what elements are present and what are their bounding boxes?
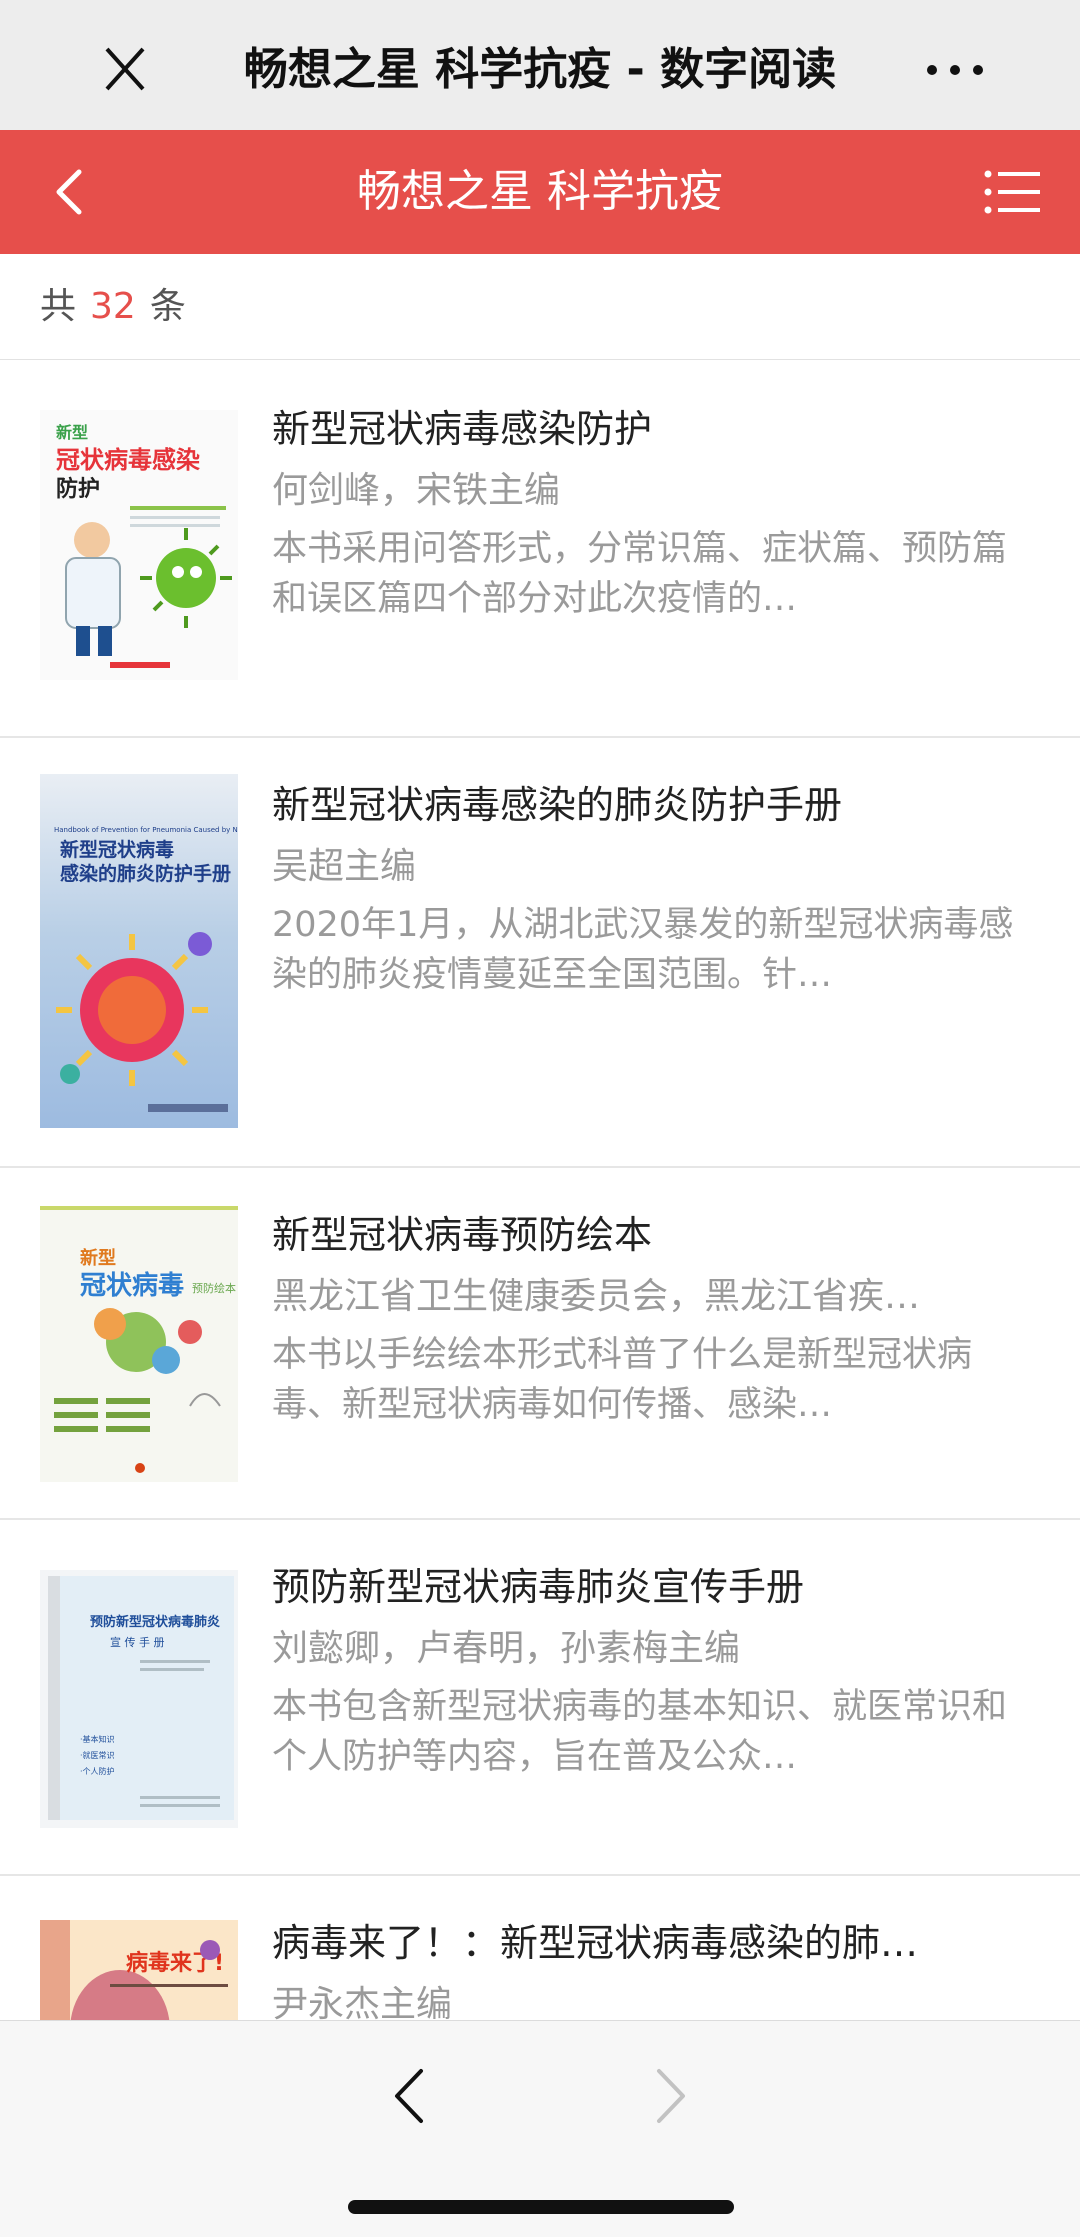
cover-text: 冠状病毒感染 <box>56 446 200 474</box>
book-description: 本书以手绘绘本形式科普了什么是新型冠状病毒、新型冠状病毒如何传播、感染… <box>272 1335 973 1425</box>
book-cover: Handbook of Prevention for Pneumonia Cau… <box>40 774 238 1128</box>
page-header: 畅想之星 科学抗疫 <box>0 130 1080 254</box>
list-item[interactable]: 新型 冠状病毒 预防绘本 新型冠状病毒预防绘本 黑龙江省卫生健康委员会，黑龙江省… <box>0 1168 1080 1520</box>
count-prefix: 共 <box>40 286 77 327</box>
book-cover: 新型 冠状病毒感染 防护 <box>40 410 238 680</box>
list-item[interactable]: 预防新型冠状病毒肺炎 宣 传 手 册 ·基本知识 ·就医常识 ·个人防护 预防新… <box>0 1520 1080 1876</box>
book-cover: 预防新型冠状病毒肺炎 宣 传 手 册 ·基本知识 ·就医常识 ·个人防护 <box>40 1570 238 1828</box>
list-menu-icon[interactable] <box>980 162 1046 222</box>
book-cover: 新型 冠状病毒 预防绘本 <box>40 1206 238 1482</box>
cover-text: ·就医常识 <box>80 1750 115 1760</box>
back-chevron-icon[interactable] <box>45 160 105 224</box>
cover-text: 新型 <box>80 1247 116 1269</box>
book-info: 病毒来了！：新型冠状病毒感染的肺… 尹永杰主编 <box>272 1916 1030 2030</box>
cover-text: ·基本知识 <box>80 1734 115 1744</box>
cover-text: 新型 <box>56 423 88 442</box>
close-icon[interactable] <box>95 45 155 95</box>
list-item[interactable]: 新型 冠状病毒感染 防护 新型冠状病毒感染防护 何剑峰，宋铁主编 本书采用问答形… <box>0 362 1080 738</box>
cover-text: 新型冠状病毒 <box>60 838 174 861</box>
book-author: 何剑峰，宋铁主编 <box>272 470 561 511</box>
prev-arrow-icon[interactable] <box>385 2061 435 2131</box>
next-arrow-icon[interactable] <box>645 2061 695 2131</box>
top-bar: 畅想之星 科学抗疫 - 数字阅读 <box>0 0 1080 130</box>
book-title: 病毒来了！：新型冠状病毒感染的肺… <box>272 1921 919 1965</box>
cover-text: 预防新型冠状病毒肺炎 <box>90 1614 220 1630</box>
book-author: 吴超主编 <box>272 846 417 887</box>
more-dots-icon[interactable] <box>920 50 990 90</box>
window-title: 畅想之星 科学抗疫 - 数字阅读 <box>243 44 837 95</box>
book-info: 新型冠状病毒预防绘本 黑龙江省卫生健康委员会，黑龙江省疾… 本书以手绘绘本形式科… <box>272 1208 1030 1430</box>
book-info: 新型冠状病毒感染防护 何剑峰，宋铁主编 本书采用问答形式，分常识篇、症状篇、预防… <box>272 402 1030 624</box>
count-number: 32 <box>90 286 136 327</box>
book-info: 新型冠状病毒感染的肺炎防护手册 吴超主编 2020年1月，从湖北武汉暴发的新型冠… <box>272 778 1030 1000</box>
book-description: 本书包含新型冠状病毒的基本知识、就医常识和个人防护等内容，旨在普及公众… <box>272 1687 1008 1777</box>
book-title: 新型冠状病毒预防绘本 <box>272 1213 653 1257</box>
cover-text: 冠状病毒 <box>80 1271 184 1301</box>
cover-text: Handbook of Prevention for Pneumonia Cau… <box>54 826 238 834</box>
book-title: 新型冠状病毒感染的肺炎防护手册 <box>272 783 843 827</box>
page-title: 畅想之星 科学抗疫 <box>357 166 723 217</box>
count-suffix: 条 <box>149 286 186 327</box>
book-title: 新型冠状病毒感染防护 <box>272 407 653 451</box>
cover-text: ·个人防护 <box>80 1766 115 1776</box>
book-description: 本书采用问答形式，分常识篇、症状篇、预防篇和误区篇四个部分对此次疫情的… <box>272 529 1008 619</box>
cover-text: 防护 <box>56 477 100 502</box>
list-item[interactable]: Handbook of Prevention for Pneumonia Cau… <box>0 738 1080 1168</box>
cover-text: 预防绘本 <box>192 1281 236 1295</box>
book-title: 预防新型冠状病毒肺炎宣传手册 <box>272 1565 805 1609</box>
cover-text: 宣 传 手 册 <box>110 1635 165 1649</box>
book-author: 刘懿卿，卢春明，孙素梅主编 <box>272 1628 741 1669</box>
cover-text: 感染的肺炎防护手册 <box>60 862 231 885</box>
result-count: 共 32 条 <box>0 254 1080 360</box>
book-info: 预防新型冠状病毒肺炎宣传手册 刘懿卿，卢春明，孙素梅主编 本书包含新型冠状病毒的… <box>272 1560 1030 1782</box>
book-author: 黑龙江省卫生健康委员会，黑龙江省疾… <box>272 1276 921 1317</box>
book-description: 2020年1月，从湖北武汉暴发的新型冠状病毒感染的肺炎疫情蔓延至全国范围。针… <box>272 905 1014 995</box>
home-indicator[interactable] <box>348 2200 734 2214</box>
